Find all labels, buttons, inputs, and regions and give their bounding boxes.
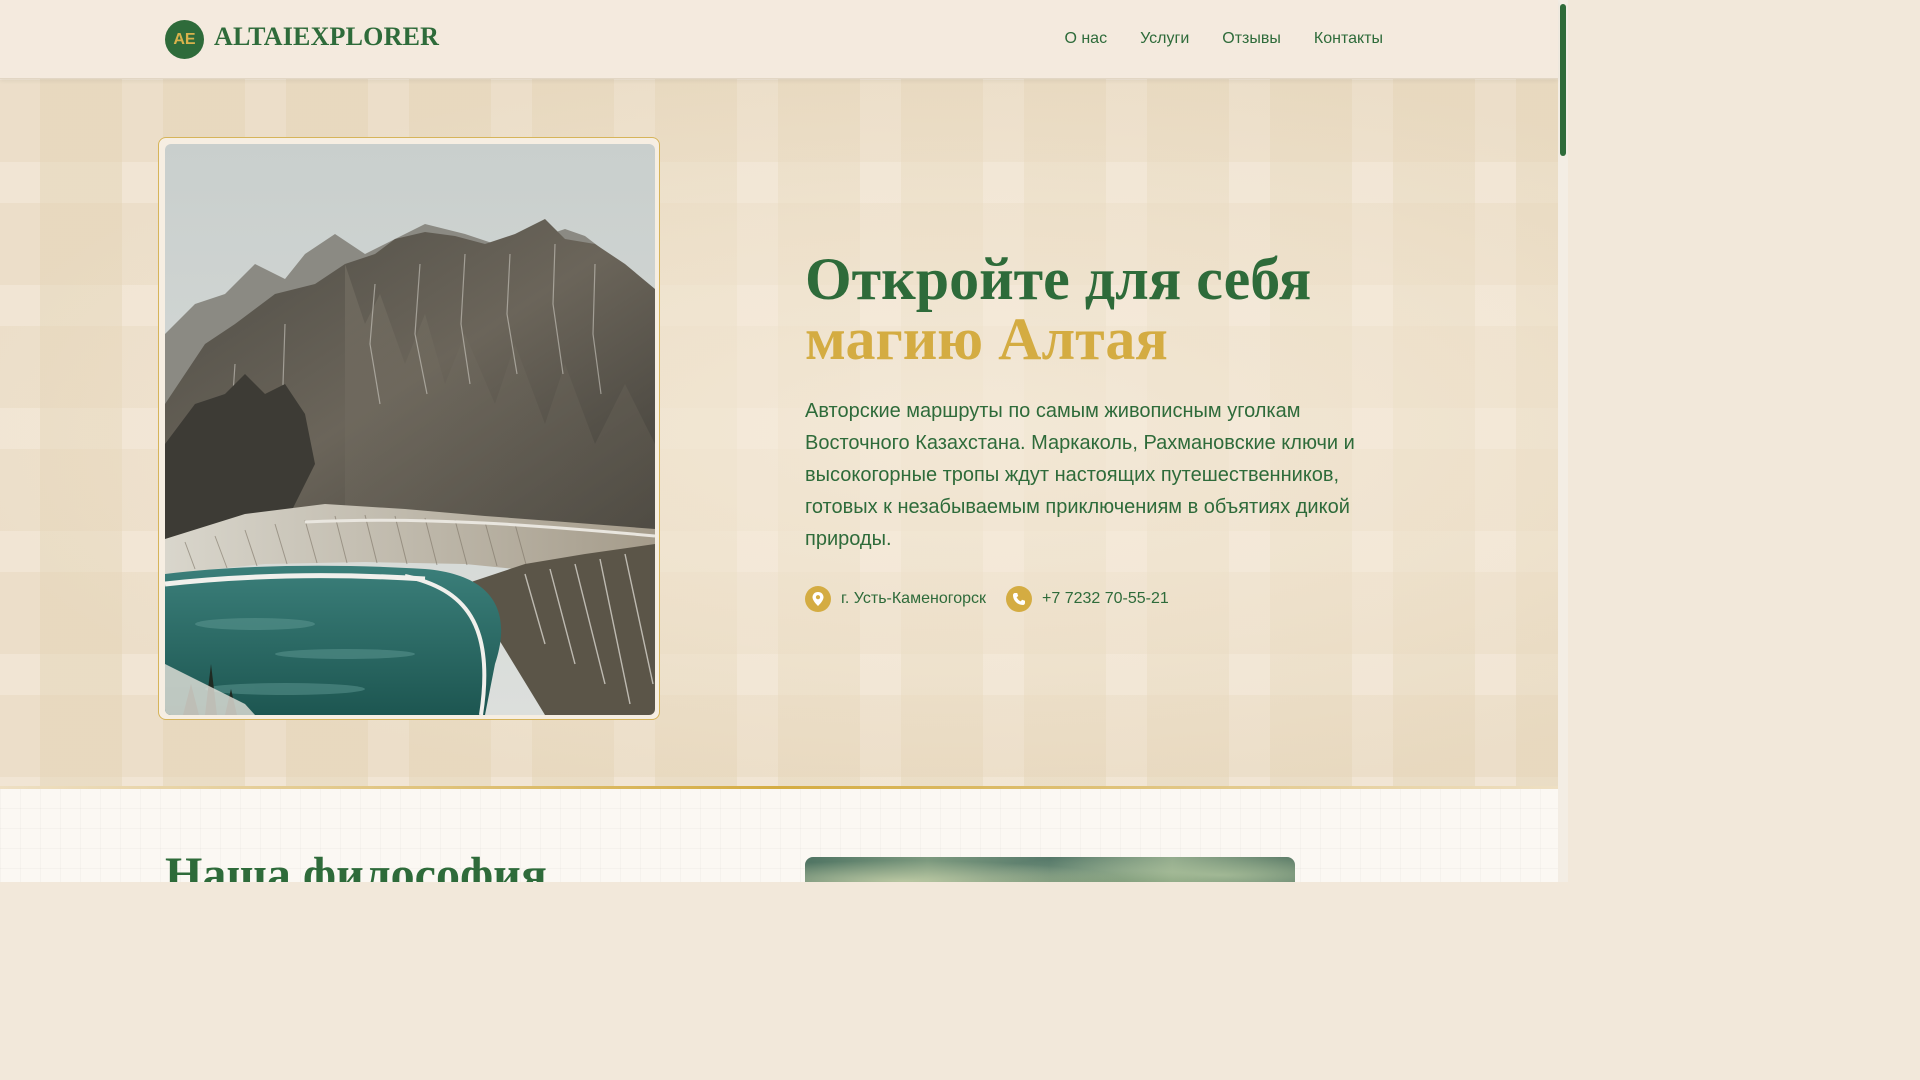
nav-link-contacts[interactable]: Контакты <box>1314 30 1383 48</box>
hero-section: Откройте для себя магию Алтая Авторские … <box>0 79 1558 786</box>
philosophy-photo-water <box>805 857 1295 882</box>
contact-location: г. Усть-Каменогорск <box>805 586 986 612</box>
nav-link-reviews[interactable]: Отзывы <box>1222 30 1281 48</box>
phone-icon <box>1006 586 1032 612</box>
scrollbar-thumb[interactable] <box>1560 4 1566 156</box>
hero-photo-mountain-river <box>165 144 655 715</box>
hero-contacts: г. Усть-Каменогорск +7 7232 70-55-21 <box>805 586 1169 612</box>
contact-phone[interactable]: +7 7232 70-55-21 <box>1006 586 1169 612</box>
phone-text[interactable]: +7 7232 70-55-21 <box>1042 590 1169 608</box>
site-header: AE ALTAIEXPLORER О нас Услуги Отзывы Кон… <box>0 0 1558 79</box>
logo-text[interactable]: ALTAIEXPLORER <box>214 22 439 52</box>
location-pin-icon <box>805 586 831 612</box>
hero-title-line2: магию Алтая <box>805 306 1168 372</box>
philosophy-section: Наша философия <box>0 789 1558 882</box>
mountain-river-illustration <box>165 144 655 715</box>
philosophy-title: Наша философия <box>165 848 547 882</box>
hero-photo-frame <box>158 137 660 720</box>
location-text: г. Усть-Каменогорск <box>841 590 986 607</box>
nav-link-services[interactable]: Услуги <box>1140 30 1189 48</box>
logo-badge[interactable]: AE <box>165 20 204 59</box>
hero-title: Откройте для себя магию Алтая <box>805 249 1445 369</box>
page-scrollbar[interactable] <box>1558 0 1568 882</box>
nav-link-about[interactable]: О нас <box>1064 30 1107 48</box>
hero-description: Авторские маршруты по самым живописным у… <box>805 400 1355 550</box>
main-nav: О нас Услуги Отзывы Контакты <box>1064 30 1383 48</box>
hero-title-line1: Откройте для себя <box>805 246 1312 312</box>
